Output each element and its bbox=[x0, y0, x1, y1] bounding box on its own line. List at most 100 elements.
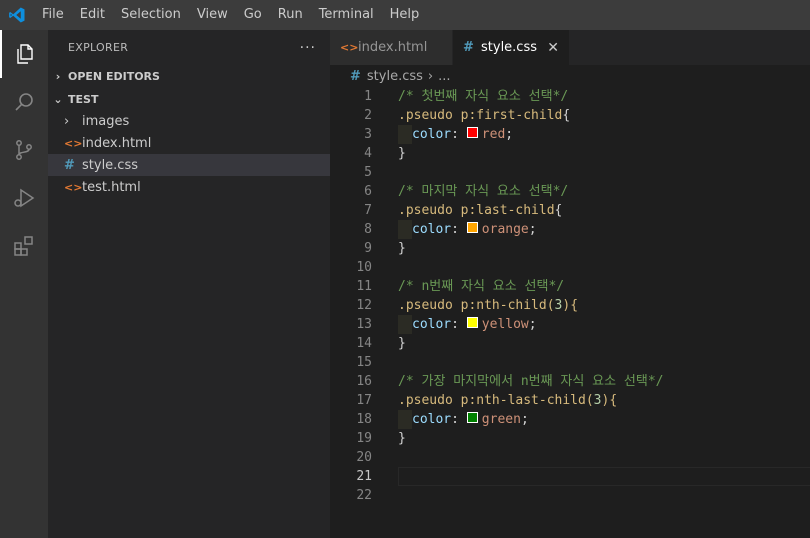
line-number: 11 bbox=[356, 279, 372, 294]
line-number: 5 bbox=[364, 165, 372, 180]
search-icon[interactable] bbox=[0, 78, 48, 126]
explorer-icon[interactable] bbox=[0, 30, 48, 78]
line-number: 2 bbox=[364, 108, 372, 123]
html-file-icon: <> bbox=[64, 136, 83, 150]
css-number: 3 bbox=[593, 393, 602, 408]
extensions-icon[interactable] bbox=[0, 222, 48, 270]
css-selector: .pseudo p:nth-child( bbox=[398, 298, 555, 313]
line-number: 6 bbox=[364, 184, 372, 199]
line-number: 14 bbox=[356, 336, 372, 351]
color-swatch-yellow[interactable] bbox=[466, 317, 478, 328]
code-line: 11 /* n번째 자식 요소 선택*/ bbox=[330, 277, 810, 296]
current-line-highlight bbox=[398, 467, 810, 486]
code-line: 17 .pseudo p:nth-last-child(3){ bbox=[330, 391, 810, 410]
folder-section[interactable]: ⌄ TEST bbox=[48, 88, 330, 110]
breadcrumb-rest[interactable]: ... bbox=[438, 69, 450, 84]
activity-bar bbox=[0, 30, 48, 538]
css-value: red bbox=[481, 127, 506, 142]
semicolon: ; bbox=[520, 412, 529, 427]
semicolon: ; bbox=[528, 317, 537, 332]
brace: } bbox=[398, 241, 406, 256]
menu-selection[interactable]: Selection bbox=[113, 0, 189, 30]
more-actions-icon[interactable]: ··· bbox=[300, 40, 316, 56]
html-file-icon: <> bbox=[340, 41, 359, 54]
css-selector: .pseudo p:first-child bbox=[398, 108, 563, 123]
comment: /* n번째 자식 요소 선택*/ bbox=[398, 279, 565, 294]
run-debug-icon[interactable] bbox=[0, 174, 48, 222]
brace: { bbox=[562, 108, 571, 123]
code-line: 10 bbox=[330, 258, 810, 277]
comment: /* 마지막 자식 요소 선택*/ bbox=[398, 184, 569, 199]
css-value: orange bbox=[481, 222, 529, 237]
folder-label: TEST bbox=[68, 92, 99, 106]
chevron-right-icon: › bbox=[55, 69, 61, 83]
explorer-title: EXPLORER bbox=[68, 41, 129, 54]
code-line: 7 .pseudo p:last-child{ bbox=[330, 201, 810, 220]
menu-terminal[interactable]: Terminal bbox=[311, 0, 382, 30]
comment: /* 첫번째 자식 요소 선택*/ bbox=[398, 89, 569, 104]
tree-item-label: style.css bbox=[82, 157, 138, 173]
paren-brace: ){ bbox=[601, 393, 618, 408]
css-file-icon: # bbox=[463, 40, 474, 55]
line-number: 10 bbox=[356, 260, 372, 275]
code-editor[interactable]: 1 /* 첫번째 자식 요소 선택*/ 2 .pseudo p:first-chil… bbox=[330, 87, 810, 505]
editor-area: <> index.html # style.css ✕ # style.css … bbox=[330, 30, 810, 538]
css-property: color bbox=[412, 222, 452, 237]
source-control-icon[interactable] bbox=[0, 126, 48, 174]
menu-go[interactable]: Go bbox=[236, 0, 270, 30]
menu-help[interactable]: Help bbox=[382, 0, 428, 30]
open-editors-section[interactable]: › OPEN EDITORS bbox=[48, 65, 330, 87]
color-swatch-red[interactable] bbox=[466, 127, 478, 138]
tab-bar: <> index.html # style.css ✕ bbox=[330, 30, 810, 65]
code-line: 14} bbox=[330, 334, 810, 353]
line-number: 7 bbox=[364, 203, 372, 218]
colon: : bbox=[451, 412, 467, 427]
menu-view[interactable]: View bbox=[189, 0, 236, 30]
code-line: 5 bbox=[330, 163, 810, 182]
current-line: 21 bbox=[330, 467, 810, 486]
line-number: 16 bbox=[356, 374, 372, 389]
css-file-icon: # bbox=[64, 157, 75, 173]
code-line: 2 .pseudo p:first-child{ bbox=[330, 106, 810, 125]
line-number: 18 bbox=[356, 412, 372, 427]
css-property: color bbox=[412, 317, 452, 332]
breadcrumb: # style.css › ... bbox=[330, 65, 810, 87]
css-property: color bbox=[412, 127, 452, 142]
tab-index-html[interactable]: <> index.html bbox=[330, 30, 453, 65]
menu-run[interactable]: Run bbox=[270, 0, 311, 30]
code-line: 12 .pseudo p:nth-child(3){ bbox=[330, 296, 810, 315]
tree-item-test-html[interactable]: <> test.html bbox=[48, 176, 330, 198]
code-line: 3 color: red; bbox=[330, 125, 810, 144]
code-line: 13 color: yellow; bbox=[330, 315, 810, 334]
brace: } bbox=[398, 431, 406, 446]
line-number: 12 bbox=[356, 298, 372, 313]
color-swatch-green[interactable] bbox=[466, 412, 478, 423]
tree-item-images[interactable]: › images bbox=[48, 110, 330, 132]
css-property: color bbox=[412, 412, 452, 427]
tab-style-css[interactable]: # style.css ✕ bbox=[453, 30, 569, 65]
explorer-header: EXPLORER ··· bbox=[48, 30, 330, 65]
menu-bar: File Edit Selection View Go Run Terminal… bbox=[34, 0, 427, 30]
breadcrumb-separator: › bbox=[427, 68, 434, 84]
chevron-right-icon: › bbox=[64, 113, 70, 129]
line-number: 20 bbox=[356, 450, 372, 465]
color-swatch-orange[interactable] bbox=[466, 222, 478, 233]
breadcrumb-file[interactable]: style.css bbox=[367, 69, 423, 84]
code-line: 19} bbox=[330, 429, 810, 448]
menu-edit[interactable]: Edit bbox=[72, 0, 113, 30]
semicolon: ; bbox=[505, 127, 514, 142]
code-line: 8 color: orange; bbox=[330, 220, 810, 239]
colon: : bbox=[451, 222, 467, 237]
brace: { bbox=[554, 203, 563, 218]
brace: } bbox=[398, 146, 406, 161]
menu-file[interactable]: File bbox=[34, 0, 72, 30]
css-value: green bbox=[481, 412, 521, 427]
line-number: 17 bbox=[356, 393, 372, 408]
code-line: 6 /* 마지막 자식 요소 선택*/ bbox=[330, 182, 810, 201]
tree-item-style-css[interactable]: # style.css bbox=[48, 154, 330, 176]
close-icon[interactable]: ✕ bbox=[547, 40, 559, 56]
tree-item-index-html[interactable]: <> index.html bbox=[48, 132, 330, 154]
line-number: 8 bbox=[364, 222, 372, 237]
css-selector: .pseudo p:nth-last-child( bbox=[398, 393, 594, 408]
code-line: 4} bbox=[330, 144, 810, 163]
